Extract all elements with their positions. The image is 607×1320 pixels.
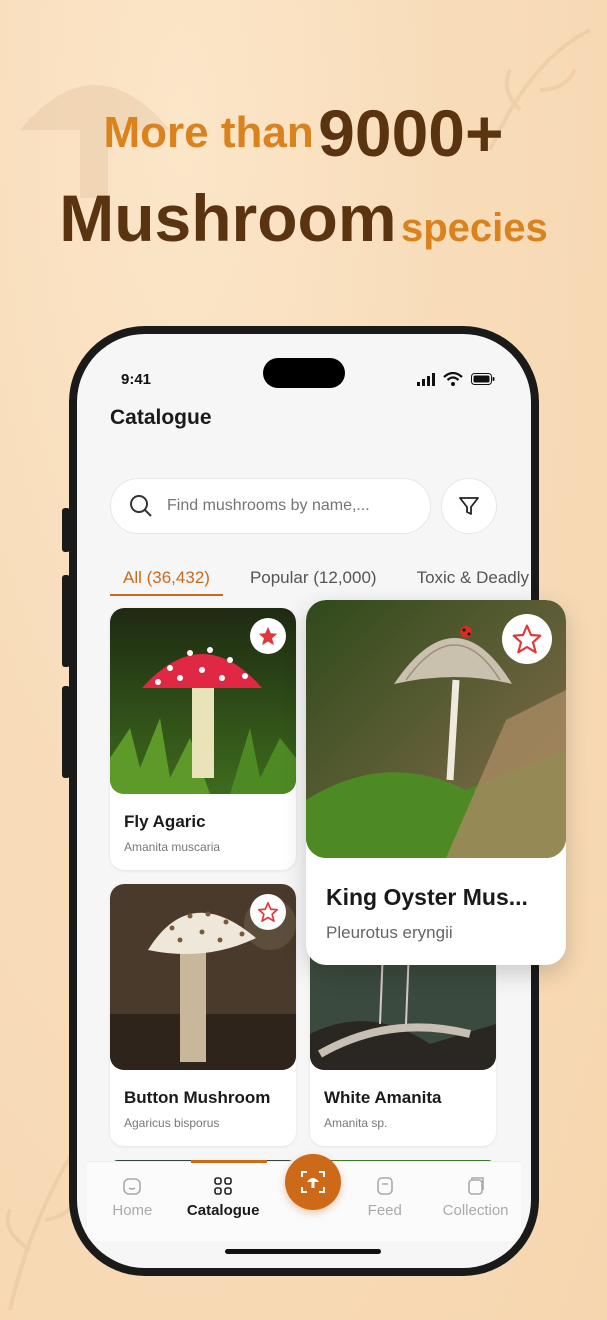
scan-button[interactable] (285, 1154, 341, 1210)
promo-headline: More than 9000+ Mushroom species (0, 100, 607, 256)
tab-all[interactable]: All (36,432) (110, 560, 223, 596)
mushroom-name: Button Mushroom (124, 1088, 271, 1107)
home-indicator (225, 1249, 381, 1254)
nav-home[interactable]: Home (92, 1176, 172, 1219)
status-time: 9:41 (121, 370, 152, 388)
status-bar: 9:41 (121, 364, 495, 394)
home-icon (123, 1178, 142, 1195)
filter-button[interactable] (441, 478, 497, 534)
star-outline-icon (258, 902, 278, 922)
search-icon (130, 495, 152, 517)
mushroom-scientific-name: Amanita sp. (324, 1116, 388, 1130)
tab-toxic-deadly[interactable]: Toxic & Deadly (404, 560, 531, 596)
nav-collection[interactable]: Collection (436, 1176, 516, 1219)
mushroom-scientific-name: Agaricus bisporus (124, 1116, 220, 1130)
page-title: Catalogue (110, 406, 212, 429)
nav-catalogue[interactable]: Catalogue (183, 1176, 263, 1219)
mushroom-name: White Amanita (324, 1088, 442, 1107)
mushroom-name: Fly Agaric (124, 812, 206, 831)
mushroom-photo (306, 600, 566, 858)
nav-active-indicator (191, 1160, 267, 1163)
mushroom-photo (110, 608, 296, 794)
battery-icon (471, 373, 495, 385)
bottom-navigation: Home Catalogue Feed Collection (87, 1154, 521, 1241)
feed-icon (376, 1177, 393, 1195)
favorite-button[interactable] (250, 618, 286, 654)
favorite-button[interactable] (502, 614, 552, 664)
featured-mushroom-card[interactable]: King Oyster Mus... Pleurotus eryngii (306, 600, 566, 965)
collection-icon (467, 1177, 484, 1195)
headline-suffix: species (401, 206, 548, 250)
search-bar[interactable] (110, 478, 431, 534)
mushroom-card[interactable]: Button Mushroom Agaricus bisporus (110, 884, 296, 1146)
signal-icon (417, 372, 435, 386)
category-tabs: All (36,432) Popular (12,000) Toxic & De… (110, 560, 531, 600)
search-input[interactable] (167, 497, 407, 515)
mushroom-photo (110, 884, 296, 1070)
star-filled-icon (258, 626, 278, 646)
headline-prefix: More than (103, 108, 314, 157)
mushroom-scientific-name: Amanita muscaria (124, 840, 221, 854)
tab-popular[interactable]: Popular (12,000) (237, 560, 390, 596)
favorite-button[interactable] (250, 894, 286, 930)
nav-feed[interactable]: Feed (345, 1176, 425, 1219)
wifi-icon (443, 372, 463, 386)
headline-main: Mushroom (59, 181, 397, 255)
star-outline-icon (512, 624, 542, 654)
grid-icon (214, 1177, 232, 1195)
scan-mushroom-icon (301, 1171, 325, 1193)
mushroom-name: King Oyster Mus... (326, 884, 528, 910)
mushroom-scientific-name: Pleurotus eryngii (326, 923, 453, 942)
headline-number: 9000+ (318, 96, 504, 170)
mushroom-card[interactable]: Fly Agaric Amanita muscaria (110, 608, 296, 870)
filter-icon (459, 497, 479, 515)
